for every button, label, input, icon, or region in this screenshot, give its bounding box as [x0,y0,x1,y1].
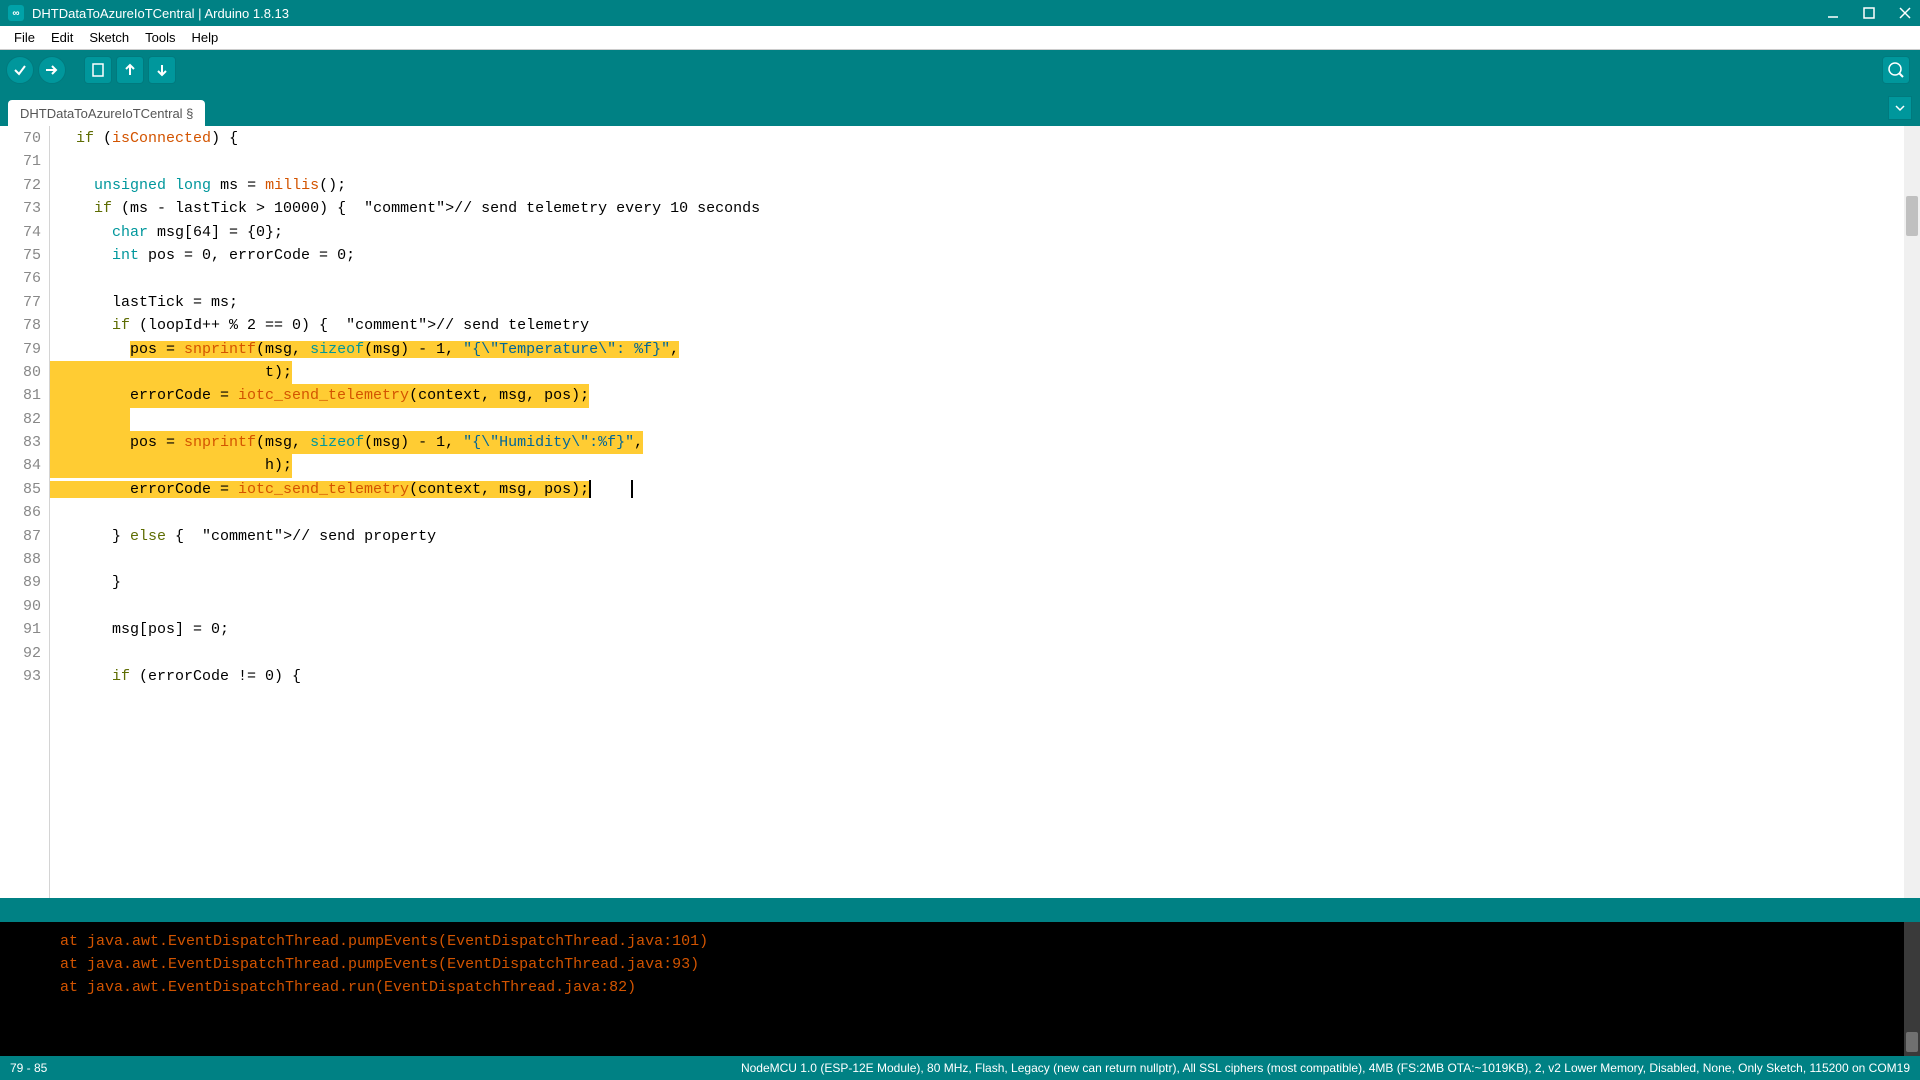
code-line[interactable] [58,642,1920,665]
status-selection-range: 79 - 85 [10,1061,47,1075]
console-scrollbar[interactable] [1904,922,1920,1056]
code-line[interactable]: errorCode = iotc_send_telemetry(context,… [58,478,1920,501]
tab-bar: DHTDataToAzureIoTCentral § [0,90,1920,126]
close-button[interactable] [1898,6,1912,20]
open-sketch-button[interactable] [116,56,144,84]
tab-menu-button[interactable] [1888,96,1912,120]
serial-monitor-button[interactable] [1882,56,1910,84]
console-line: at java.awt.EventDispatchThread.pumpEven… [60,930,1920,953]
code-line[interactable] [58,595,1920,618]
code-line[interactable]: } else { "comment">// send property [58,525,1920,548]
code-line[interactable]: if (isConnected) { [58,127,1920,150]
code-line[interactable] [58,408,1920,431]
code-line[interactable] [58,548,1920,571]
toolbar [0,50,1920,90]
output-console[interactable]: at java.awt.EventDispatchThread.pumpEven… [0,922,1920,1056]
code-line[interactable]: pos = snprintf(msg, sizeof(msg) - 1, "{\… [58,338,1920,361]
code-line[interactable]: unsigned long ms = millis(); [58,174,1920,197]
code-line[interactable]: char msg[64] = {0}; [58,221,1920,244]
tab-active[interactable]: DHTDataToAzureIoTCentral § [8,100,205,126]
minimize-button[interactable] [1826,6,1840,20]
status-bar: 79 - 85 NodeMCU 1.0 (ESP-12E Module), 80… [0,1056,1920,1080]
text-caret-icon [631,480,633,498]
code-line[interactable]: lastTick = ms; [58,291,1920,314]
line-number-gutter: 7071727374757677787980818283848586878889… [0,126,50,898]
window-title: DHTDataToAzureIoTCentral | Arduino 1.8.1… [32,6,289,21]
message-bar [0,898,1920,922]
code-line[interactable]: msg[pos] = 0; [58,618,1920,641]
menu-bar: File Edit Sketch Tools Help [0,26,1920,50]
console-line: at java.awt.EventDispatchThread.run(Even… [60,976,1920,999]
code-editor[interactable]: 7071727374757677787980818283848586878889… [0,126,1920,898]
upload-button[interactable] [38,56,66,84]
save-sketch-button[interactable] [148,56,176,84]
new-sketch-button[interactable] [84,56,112,84]
menu-sketch[interactable]: Sketch [81,28,137,47]
menu-tools[interactable]: Tools [137,28,183,47]
code-line[interactable]: int pos = 0, errorCode = 0; [58,244,1920,267]
code-line[interactable]: errorCode = iotc_send_telemetry(context,… [58,384,1920,407]
code-line[interactable]: if (errorCode != 0) { [58,665,1920,688]
code-text-area[interactable]: if (isConnected) { unsigned long ms = mi… [50,126,1920,898]
code-line[interactable]: pos = snprintf(msg, sizeof(msg) - 1, "{\… [58,431,1920,454]
code-line[interactable]: } [58,571,1920,594]
code-line[interactable]: if (ms - lastTick > 10000) { "comment">/… [58,197,1920,220]
menu-file[interactable]: File [6,28,43,47]
verify-button[interactable] [6,56,34,84]
console-scrollbar-thumb[interactable] [1906,1032,1918,1052]
window-titlebar: ∞ DHTDataToAzureIoTCentral | Arduino 1.8… [0,0,1920,26]
menu-help[interactable]: Help [183,28,226,47]
code-line[interactable]: t); [58,361,1920,384]
editor-scrollbar-thumb[interactable] [1906,196,1918,236]
editor-scrollbar[interactable] [1904,126,1920,898]
code-line[interactable] [58,267,1920,290]
code-line[interactable] [58,150,1920,173]
maximize-button[interactable] [1862,6,1876,20]
code-line[interactable] [58,501,1920,524]
code-line[interactable]: if (loopId++ % 2 == 0) { "comment">// se… [58,314,1920,337]
menu-edit[interactable]: Edit [43,28,81,47]
status-board-info: NodeMCU 1.0 (ESP-12E Module), 80 MHz, Fl… [741,1061,1910,1075]
code-line[interactable]: h); [58,454,1920,477]
console-line: at java.awt.EventDispatchThread.pumpEven… [60,953,1920,976]
arduino-app-icon: ∞ [8,5,24,21]
